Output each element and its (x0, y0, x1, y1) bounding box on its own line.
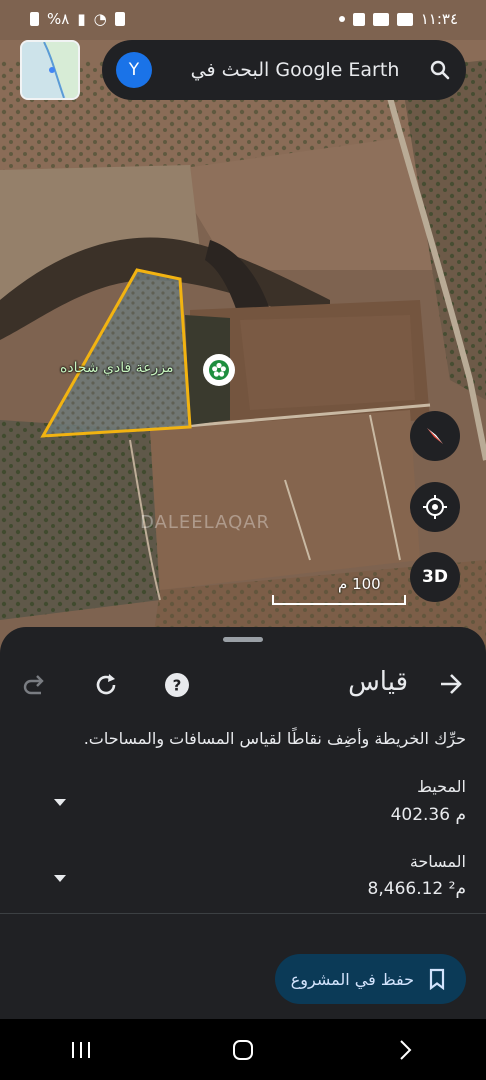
help-icon[interactable]: ? (163, 671, 191, 699)
home-icon (233, 1039, 253, 1060)
place-label[interactable]: مزرعة فادي شحاده (60, 360, 174, 376)
watermark: DALEELAQAR (140, 512, 271, 533)
perimeter-unit-dropdown-icon[interactable] (52, 797, 68, 807)
save-to-project-button[interactable]: حفظ في المشروع (275, 954, 466, 1004)
search-placeholder[interactable]: البحث في Google Earth (162, 59, 428, 81)
back-chevron-icon (400, 1039, 412, 1060)
drag-handle[interactable] (223, 637, 263, 642)
sheet-header: قياس ? (0, 665, 486, 705)
area-label: المساحة (409, 852, 466, 871)
map-thumbnail-icon (22, 42, 78, 98)
compass-button[interactable] (410, 411, 460, 461)
clock: ١١:٣٤ (420, 10, 458, 28)
youtube-icon (372, 12, 389, 26)
recents-button[interactable] (61, 1030, 101, 1070)
instructions-text: حرِّك الخريطة وأضِف نقاطًا لقياس المسافا… (83, 729, 466, 748)
area-unit-dropdown-icon[interactable] (52, 873, 68, 883)
back-button[interactable] (385, 1030, 425, 1070)
dot-icon (338, 16, 345, 22)
status-bar: %٨ ▮ ◔ ١١:٣٤ (0, 0, 486, 38)
gallery-icon (396, 12, 413, 26)
back-arrow-icon[interactable] (438, 671, 464, 697)
recents-icon (72, 1041, 90, 1058)
app-icon (352, 12, 365, 26)
search-icon[interactable] (428, 58, 452, 82)
map-thumbnail-button[interactable] (20, 40, 80, 100)
bookmark-icon (429, 968, 445, 990)
divider (0, 913, 486, 914)
scale-label: 100 م (338, 575, 381, 593)
notification-icon (114, 12, 125, 26)
scale-bar: 100 م (272, 575, 406, 605)
svg-text:?: ? (173, 677, 182, 695)
search-bar[interactable]: Y البحث في Google Earth (102, 40, 466, 100)
perimeter-value: 402.36 م (390, 805, 466, 825)
home-button[interactable] (223, 1030, 263, 1070)
area-value: 8,466.12 م² (367, 879, 466, 899)
status-right: ١١:٣٤ (338, 10, 458, 28)
compass-icon (427, 428, 443, 444)
battery-level: %٨ (47, 10, 70, 28)
place-pin-icon[interactable] (203, 354, 235, 386)
redo-icon (23, 675, 44, 695)
scale-ruler (272, 595, 406, 605)
save-label: حفظ في المشروع (290, 969, 414, 989)
measure-sheet: قياس ? حرِّك الخريطة وأضِف نقاطًا لقياس … (0, 627, 486, 1019)
battery-icon (30, 12, 39, 26)
reset-icon[interactable] (92, 671, 120, 699)
avatar[interactable]: Y (116, 52, 152, 88)
perimeter-label: المحيط (417, 777, 466, 796)
sheet-title: قياس (348, 667, 408, 697)
status-left: %٨ ▮ ◔ (30, 10, 125, 28)
wifi-icon: ◔ (93, 10, 107, 28)
my-location-icon (423, 495, 447, 519)
3d-toggle-button[interactable]: 3D (410, 552, 460, 602)
signal-icon: ▮ (77, 10, 86, 28)
my-location-button[interactable] (410, 482, 460, 532)
system-nav-bar (0, 1019, 486, 1080)
